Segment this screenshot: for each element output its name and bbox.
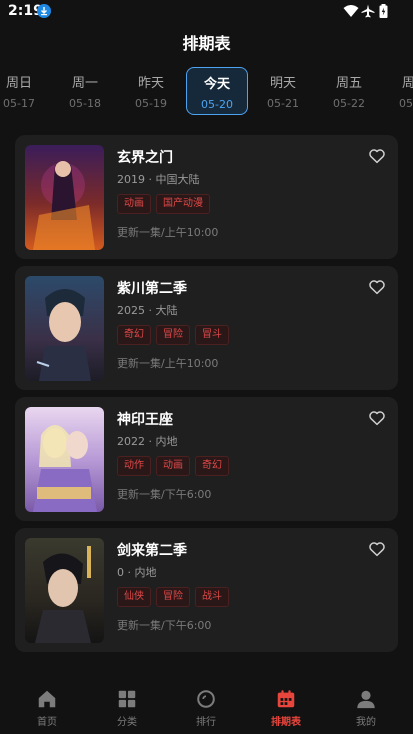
day-tab-monday[interactable]: 周一 05-18 bbox=[54, 66, 116, 114]
show-tag: 奇幻 bbox=[195, 456, 229, 476]
day-tab-name: 周一 bbox=[71, 76, 98, 91]
status-bar: 2:19 bbox=[0, 0, 413, 24]
calendar-icon bbox=[277, 690, 295, 708]
show-tag: 冒险 bbox=[156, 325, 190, 345]
day-tab-today[interactable]: 今天 05-20 bbox=[186, 67, 248, 115]
show-tag: 冒斗 bbox=[195, 325, 229, 345]
day-tab-name: 周六 bbox=[401, 76, 413, 91]
show-poster bbox=[25, 407, 104, 512]
nav-home[interactable]: 首页 bbox=[6, 688, 88, 728]
show-tags: 奇幻 冒险 冒斗 bbox=[117, 325, 234, 345]
grid-icon bbox=[118, 690, 136, 708]
day-tab-date: 05-20 bbox=[201, 98, 233, 111]
show-tags: 动画 国产动漫 bbox=[117, 194, 215, 214]
day-tab-sunday[interactable]: 周日 05-17 bbox=[0, 66, 50, 114]
day-tab-name: 明天 bbox=[269, 76, 296, 91]
day-tab-name: 周日 bbox=[5, 76, 32, 91]
day-tab-name: 昨天 bbox=[137, 76, 164, 91]
nav-profile[interactable]: 我的 bbox=[325, 688, 407, 728]
show-tag: 冒险 bbox=[156, 587, 190, 607]
system-icons bbox=[343, 4, 389, 18]
nav-ranking[interactable]: 排行 bbox=[165, 688, 247, 728]
show-poster bbox=[25, 538, 104, 643]
show-tag: 动画 bbox=[117, 194, 151, 214]
show-tag: 国产动漫 bbox=[156, 194, 210, 214]
show-poster bbox=[25, 145, 104, 250]
favorite-heart-icon[interactable] bbox=[368, 147, 386, 165]
show-meta: 2022 · 内地 bbox=[117, 435, 178, 448]
show-tag: 动作 bbox=[117, 456, 151, 476]
show-title: 剑来第二季 bbox=[117, 543, 187, 559]
nav-label: 我的 bbox=[356, 717, 376, 728]
page-title: 排期表 bbox=[182, 34, 231, 53]
day-tab-saturday[interactable]: 周六 05-23 bbox=[384, 66, 413, 114]
show-card[interactable]: 神印王座 2022 · 内地 动作 动画 奇幻 更新一集/下午6:00 bbox=[15, 397, 398, 521]
favorite-heart-icon[interactable] bbox=[368, 409, 386, 427]
bottom-nav: 首页 分类 排行 排期表 我的 bbox=[0, 682, 413, 734]
favorite-heart-icon[interactable] bbox=[368, 540, 386, 558]
nav-label: 首页 bbox=[37, 717, 57, 728]
show-tags: 仙侠 冒险 战斗 bbox=[117, 587, 234, 607]
show-update-time: 更新一集/上午10:00 bbox=[117, 226, 219, 239]
show-title: 玄界之门 bbox=[117, 150, 173, 166]
download-icon bbox=[37, 4, 51, 18]
day-tab-yesterday[interactable]: 昨天 05-19 bbox=[120, 66, 182, 114]
show-meta: 0 · 内地 bbox=[117, 566, 157, 579]
nav-schedule[interactable]: 排期表 bbox=[245, 688, 327, 728]
nav-category[interactable]: 分类 bbox=[86, 688, 168, 728]
battery-icon bbox=[379, 4, 388, 18]
nav-label: 分类 bbox=[117, 717, 137, 728]
show-card[interactable]: 紫川第二季 2025 · 大陆 奇幻 冒险 冒斗 更新一集/上午10:00 bbox=[15, 266, 398, 390]
show-tag: 动画 bbox=[156, 456, 190, 476]
show-card[interactable]: 剑来第二季 0 · 内地 仙侠 冒险 战斗 更新一集/下午6:00 bbox=[15, 528, 398, 652]
ranking-icon bbox=[197, 690, 215, 708]
show-tag: 仙侠 bbox=[117, 587, 151, 607]
day-tab-date: 05-19 bbox=[135, 97, 167, 110]
show-update-time: 更新一集/下午6:00 bbox=[117, 488, 212, 501]
nav-label: 排行 bbox=[196, 717, 216, 728]
show-tag: 奇幻 bbox=[117, 325, 151, 345]
show-title: 紫川第二季 bbox=[117, 281, 187, 297]
show-title: 神印王座 bbox=[117, 412, 173, 428]
home-icon bbox=[38, 690, 56, 708]
nav-label: 排期表 bbox=[271, 717, 301, 728]
show-card[interactable]: 玄界之门 2019 · 中国大陆 动画 国产动漫 更新一集/上午10:00 bbox=[15, 135, 398, 259]
day-tab-date: 05-18 bbox=[69, 97, 101, 110]
day-tab-date: 05-22 bbox=[333, 97, 365, 110]
show-tag: 战斗 bbox=[195, 587, 229, 607]
airplane-icon bbox=[361, 4, 375, 18]
day-tab-name: 今天 bbox=[203, 77, 230, 92]
day-tab-name: 周五 bbox=[335, 76, 362, 91]
show-update-time: 更新一集/下午6:00 bbox=[117, 619, 212, 632]
day-selector: 周日 05-17 周一 05-18 昨天 05-19 今天 05-20 明天 0… bbox=[0, 66, 413, 118]
show-meta: 2025 · 大陆 bbox=[117, 304, 178, 317]
show-poster bbox=[25, 276, 104, 381]
user-icon bbox=[357, 690, 375, 709]
wifi-icon bbox=[343, 5, 359, 17]
favorite-heart-icon[interactable] bbox=[368, 278, 386, 296]
day-tab-date: 05-17 bbox=[3, 97, 35, 110]
show-update-time: 更新一集/上午10:00 bbox=[117, 357, 219, 370]
day-tab-friday[interactable]: 周五 05-22 bbox=[318, 66, 380, 114]
day-tab-date: 05-23 bbox=[399, 97, 413, 110]
day-tab-tomorrow[interactable]: 明天 05-21 bbox=[252, 66, 314, 114]
show-tags: 动作 动画 奇幻 bbox=[117, 456, 234, 476]
show-meta: 2019 · 中国大陆 bbox=[117, 173, 200, 186]
day-tab-date: 05-21 bbox=[267, 97, 299, 110]
